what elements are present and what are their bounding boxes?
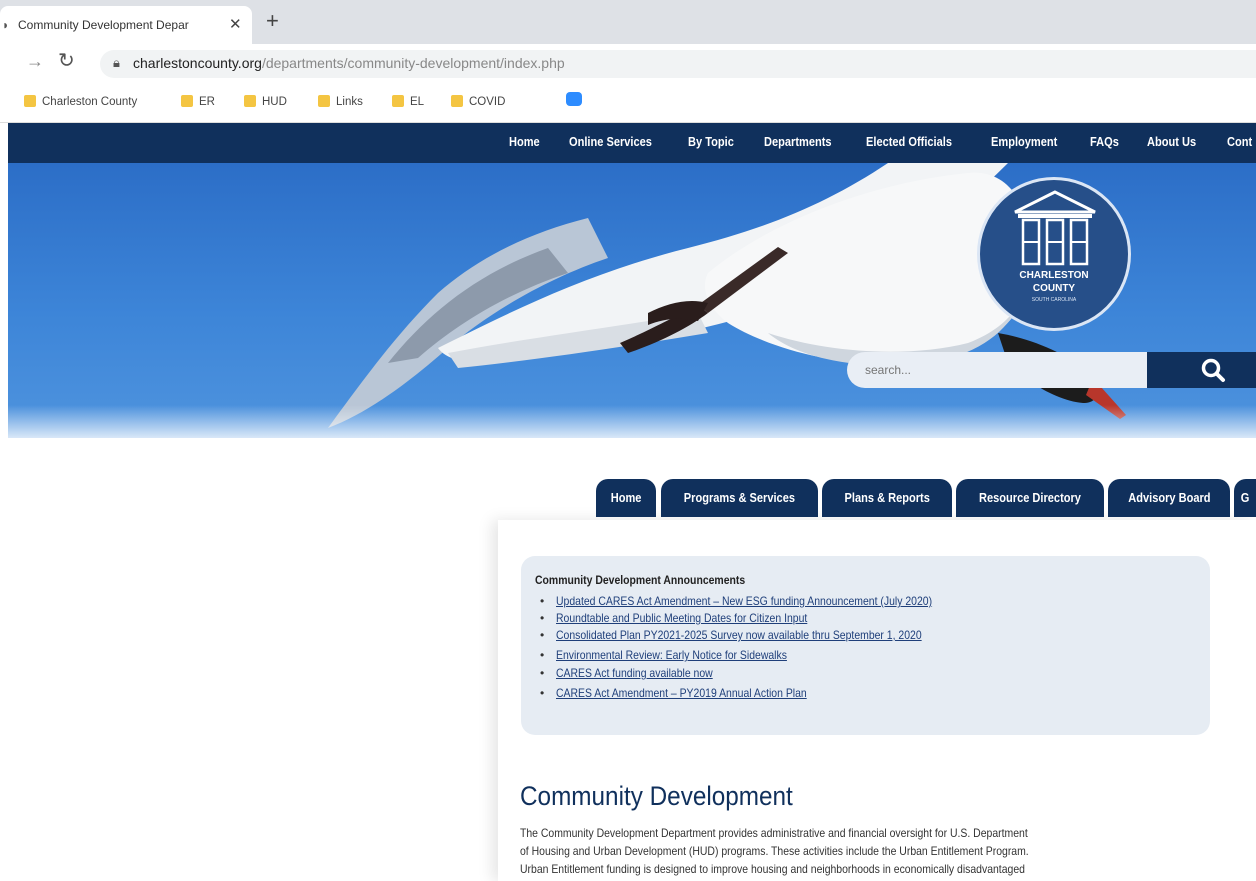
page-title: Community Development: [520, 781, 793, 811]
announcement-link[interactable]: Roundtable and Public Meeting Dates for …: [556, 611, 807, 625]
forward-arrow-icon[interactable]: →: [26, 51, 44, 72]
announcement-item: • CARES Act funding available now: [540, 666, 736, 680]
body-text-line: Urban Entitlement funding is designed to…: [520, 862, 1025, 876]
body-text-line: of Housing and Urban Development (HUD) p…: [520, 844, 1029, 858]
announcement-item: • Roundtable and Public Meeting Dates for…: [540, 611, 845, 625]
close-tab-icon[interactable]: ✕: [229, 15, 242, 33]
url-host: charlestoncounty.org: [133, 55, 262, 71]
folder-icon: [451, 95, 463, 107]
announcements-title: Community Development Announcements: [535, 573, 746, 587]
zoom-bookmark-icon[interactable]: [566, 92, 582, 106]
topnav-home[interactable]: Home: [509, 134, 540, 149]
announcement-item: • Environmental Review: Early Notice for …: [540, 648, 821, 662]
bookmark-links[interactable]: Links: [318, 95, 363, 108]
browser-tab[interactable]: ◗ Community Development Depar ✕: [0, 6, 252, 44]
topnav-employment[interactable]: Employment: [991, 134, 1057, 149]
topnav-elected-officials[interactable]: Elected Officials: [866, 134, 952, 149]
bullet: •: [540, 611, 545, 625]
lock-icon[interactable]: 🔒︎: [113, 55, 120, 71]
bullet: •: [540, 648, 545, 662]
announcement-link[interactable]: CARES Act Amendment – PY2019 Annual Acti…: [556, 686, 807, 700]
tab-plans-reports[interactable]: Plans & Reports: [822, 479, 952, 517]
bullet: •: [540, 686, 545, 700]
bookmark-charleston-county[interactable]: Charleston County: [24, 95, 137, 108]
announcement-item: • Consolidated Plan PY2021-2025 Survey no…: [540, 628, 976, 642]
url-path: /departments/community-development/index…: [261, 55, 565, 71]
search-icon[interactable]: [1200, 357, 1226, 383]
tab-label: Resource Directory: [979, 490, 1081, 505]
bookmark-label: ER: [199, 96, 215, 108]
tab-label: Programs & Services: [683, 490, 796, 505]
announcement-link[interactable]: Consolidated Plan PY2021-2025 Survey now…: [556, 628, 922, 642]
tab-overflow[interactable]: G: [1234, 479, 1256, 517]
announcement-link[interactable]: Environmental Review: Early Notice for S…: [556, 648, 787, 662]
tab-advisory-board[interactable]: Advisory Board: [1108, 479, 1230, 517]
topnav-online-services[interactable]: Online Services: [569, 134, 652, 149]
tab-label: G: [1240, 490, 1250, 505]
bullet: •: [540, 666, 545, 680]
folder-icon: [24, 95, 36, 107]
tab-label: Plans & Reports: [844, 490, 930, 505]
folder-icon: [392, 95, 404, 107]
topnav-by-topic[interactable]: By Topic: [688, 134, 734, 149]
site-search-input[interactable]: [847, 352, 1149, 388]
topnav-contact[interactable]: Cont: [1227, 134, 1252, 149]
bookmark-covid[interactable]: COVID: [451, 95, 505, 108]
bookmark-label: Links: [336, 96, 363, 108]
bullet: •: [540, 594, 545, 608]
bookmark-label: Charleston County: [42, 96, 138, 108]
announcement-link[interactable]: Updated CARES Act Amendment – New ESG fu…: [556, 594, 932, 608]
bookmark-label: COVID: [469, 96, 506, 108]
tab-title: Community Development Depar: [18, 18, 189, 32]
body-text-line: The Community Development Department pro…: [520, 826, 1028, 840]
announcement-item: • CARES Act Amendment – PY2019 Annual Act…: [540, 686, 844, 700]
hero-fade: [8, 405, 1256, 465]
tab-resource-directory[interactable]: Resource Directory: [956, 479, 1104, 517]
bookmark-er[interactable]: ER: [181, 95, 215, 108]
folder-icon: [318, 95, 330, 107]
tab-favicon-icon: ◗: [2, 18, 10, 32]
tab-programs-services[interactable]: Programs & Services: [661, 479, 818, 517]
folder-icon: [181, 95, 193, 107]
topnav-about-us[interactable]: About Us: [1147, 134, 1196, 149]
url-text[interactable]: charlestoncounty.org/departments/communi…: [133, 55, 565, 71]
bullet: •: [540, 628, 545, 642]
tab-home[interactable]: Home: [596, 479, 656, 517]
bookmark-el[interactable]: EL: [392, 95, 424, 108]
tab-label: Home: [610, 490, 642, 505]
announcement-link[interactable]: CARES Act funding available now: [556, 666, 713, 680]
topnav-faqs[interactable]: FAQs: [1090, 134, 1119, 149]
seal-text-charleston: CHARLESTON: [1019, 270, 1089, 281]
courthouse-icon: [1014, 190, 1096, 266]
seal-text-state: SOUTH CAROLINA: [1031, 297, 1077, 303]
new-tab-button[interactable]: +: [266, 8, 279, 34]
topnav-departments[interactable]: Departments: [764, 134, 832, 149]
bookmark-label: EL: [410, 96, 425, 108]
bookmark-label: HUD: [262, 96, 287, 108]
bookmark-hud[interactable]: HUD: [244, 95, 287, 108]
reload-icon[interactable]: ↻: [58, 48, 75, 73]
folder-icon: [244, 95, 256, 107]
announcement-item: • Updated CARES Act Amendment – New ESG f…: [540, 594, 988, 608]
tab-label: Advisory Board: [1127, 490, 1211, 505]
seal-text-county: COUNTY: [1032, 283, 1076, 294]
